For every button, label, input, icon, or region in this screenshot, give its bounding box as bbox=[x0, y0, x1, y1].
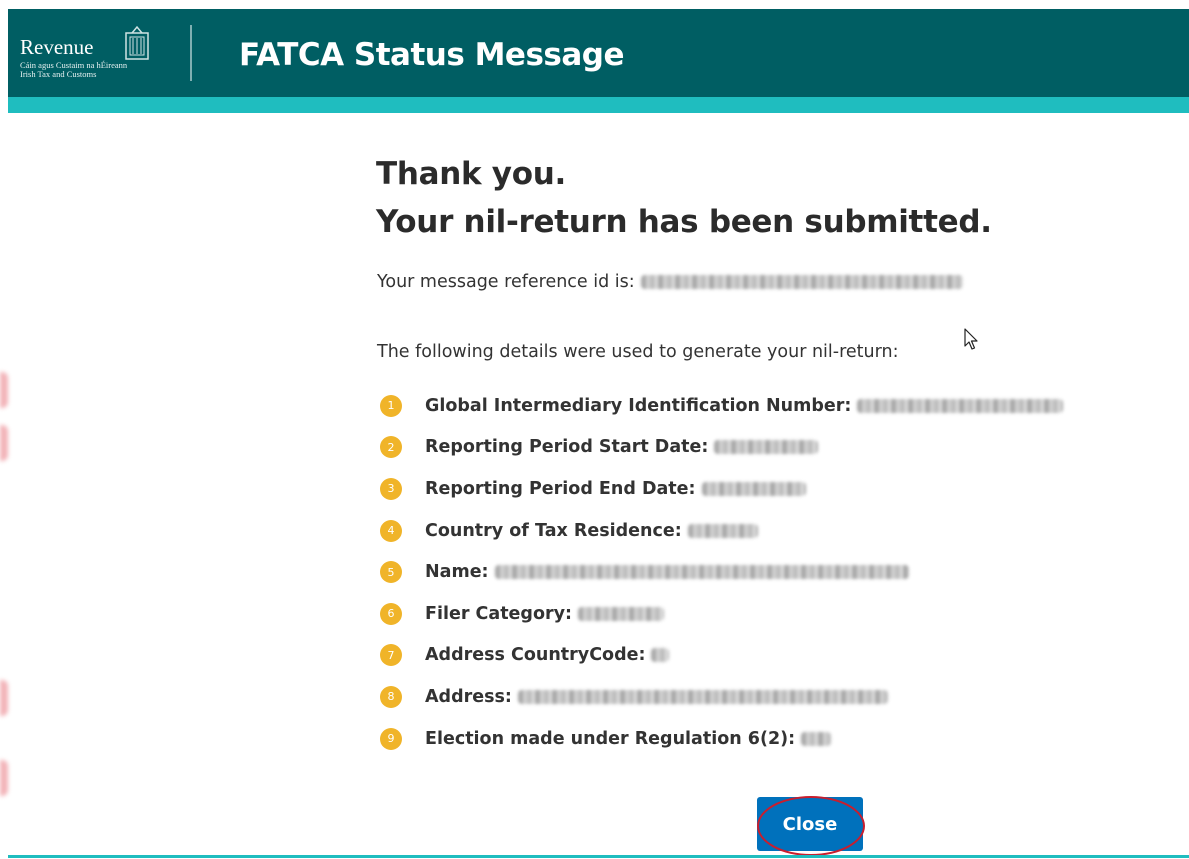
number-badge: 2 bbox=[380, 436, 402, 459]
number-badge: 4 bbox=[380, 519, 402, 542]
redacted-value bbox=[651, 648, 670, 663]
logo-wordmark: Revenue bbox=[20, 35, 94, 59]
bottom-accent-line bbox=[8, 855, 1189, 858]
edge-artifact bbox=[0, 680, 8, 716]
revenue-logo: Revenue Cáin agus Custaim na hÉireann Ir… bbox=[20, 25, 170, 85]
detail-label: Reporting Period Start Date: bbox=[425, 437, 709, 458]
detail-label: Election made under Regulation 6(2): bbox=[425, 728, 796, 749]
redacted-value bbox=[687, 523, 758, 538]
edge-artifact bbox=[0, 425, 8, 461]
reference-label: Your message reference id is: bbox=[377, 272, 635, 292]
heading-submitted: Your nil-return has been submitted. bbox=[376, 204, 992, 240]
detail-label: Address CountryCode: bbox=[425, 645, 646, 666]
details-list: 1 Global Intermediary Identification Num… bbox=[380, 385, 1064, 760]
redacted-value bbox=[714, 440, 819, 455]
number-badge: 6 bbox=[380, 602, 402, 625]
list-item: 2 Reporting Period Start Date: bbox=[380, 427, 1063, 469]
list-item: 7 Address CountryCode: bbox=[380, 635, 1063, 677]
heading-thank-you: Thank you. bbox=[376, 156, 566, 192]
detail-label: Name: bbox=[425, 562, 489, 583]
number-badge: 1 bbox=[380, 394, 402, 417]
details-intro: The following details were used to gener… bbox=[377, 342, 899, 362]
detail-label: Global Intermediary Identification Numbe… bbox=[425, 395, 852, 416]
redacted-reference-id bbox=[640, 275, 963, 289]
header-bar: Revenue Cáin agus Custaim na hÉireann Ir… bbox=[8, 9, 1189, 97]
number-badge: 8 bbox=[380, 685, 402, 708]
list-item: 1 Global Intermediary Identification Num… bbox=[380, 385, 1064, 427]
number-badge: 9 bbox=[380, 727, 402, 750]
number-badge: 3 bbox=[380, 477, 402, 500]
detail-label: Country of Tax Residence: bbox=[425, 520, 682, 541]
logo-subtitle: Cáin agus Custaim na hÉireann Irish Tax … bbox=[20, 61, 127, 79]
reference-line: Your message reference id is: bbox=[377, 272, 963, 292]
list-item: 8 Address: bbox=[380, 676, 1063, 718]
header-divider bbox=[190, 25, 192, 81]
harp-logo-icon bbox=[125, 25, 149, 60]
number-badge: 7 bbox=[380, 644, 402, 667]
redacted-value bbox=[517, 689, 888, 704]
list-item: 4 Country of Tax Residence: bbox=[380, 510, 1063, 552]
confirmation-heading: Thank you. Your nil-return has been subm… bbox=[376, 150, 1076, 246]
number-badge: 5 bbox=[380, 561, 402, 584]
redacted-value bbox=[801, 731, 832, 746]
list-item: 3 Reporting Period End Date: bbox=[380, 468, 1063, 510]
mouse-pointer-icon bbox=[964, 328, 978, 350]
page-title: FATCA Status Message bbox=[239, 37, 625, 73]
redacted-value bbox=[578, 606, 665, 621]
list-item: 6 Filer Category: bbox=[380, 593, 1063, 635]
edge-artifact bbox=[0, 372, 8, 408]
redacted-value bbox=[701, 481, 806, 496]
list-item: 9 Election made under Regulation 6(2): bbox=[380, 718, 1063, 760]
list-item: 5 Name: bbox=[380, 551, 1063, 593]
redacted-value bbox=[857, 398, 1064, 413]
close-button[interactable]: Close bbox=[757, 797, 863, 851]
redacted-value bbox=[494, 565, 909, 580]
logo-subtitle-english: Irish Tax and Customs bbox=[20, 69, 97, 79]
edge-artifact bbox=[0, 760, 8, 796]
detail-label: Reporting Period End Date: bbox=[425, 478, 696, 499]
header-accent-stripe bbox=[8, 97, 1189, 113]
confirmation-panel: Thank you. Your nil-return has been subm… bbox=[376, 150, 1076, 750]
detail-label: Address: bbox=[425, 686, 512, 707]
detail-label: Filer Category: bbox=[425, 603, 573, 624]
